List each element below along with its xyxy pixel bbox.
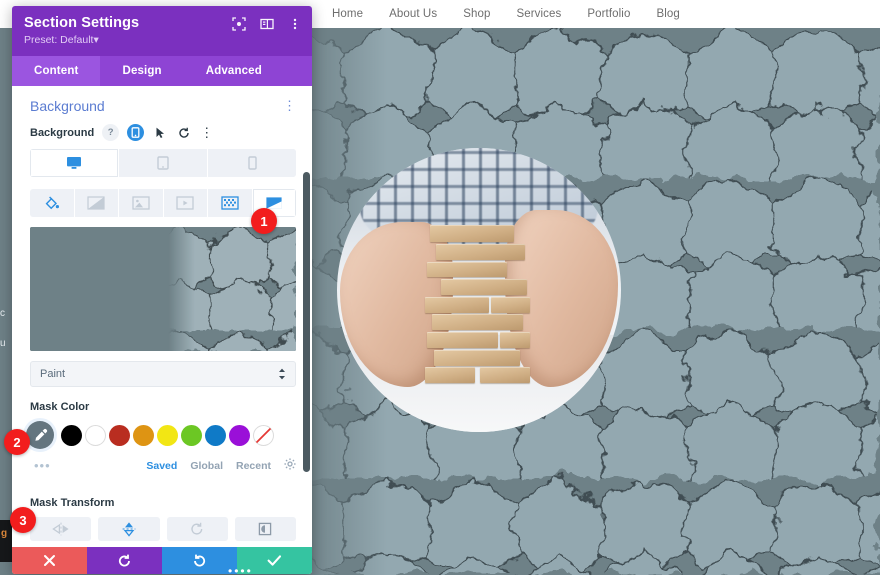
tab-advanced[interactable]: Advanced — [184, 56, 284, 86]
section-more-icon[interactable]: ⋮ — [283, 99, 296, 112]
paint-select-value: Paint — [40, 368, 66, 380]
tab-content[interactable]: Content — [12, 56, 101, 86]
background-field-more-icon[interactable]: ⋮ — [200, 126, 213, 139]
callout-badge-2: 2 — [4, 429, 30, 455]
mask-transform-buttons[interactable] — [30, 517, 296, 541]
panel-layout-icon[interactable] — [260, 17, 274, 31]
section-settings-panel[interactable]: Section Settings Preset: Default▾ Conten… — [12, 6, 312, 574]
flip-vertical-icon[interactable] — [98, 517, 160, 541]
panel-footer-actions[interactable] — [12, 547, 312, 574]
bg-type-gradient[interactable] — [74, 189, 119, 217]
background-section-header: Background ⋮ — [12, 86, 312, 122]
mask-color-label: Mask Color — [30, 401, 90, 413]
color-tab-recent[interactable]: Recent — [236, 460, 271, 472]
device-selector[interactable] — [30, 149, 296, 177]
mask-preview — [30, 227, 296, 351]
bg-type-image[interactable] — [119, 189, 164, 217]
hero-circle-photo — [337, 148, 621, 432]
redo-button[interactable] — [162, 547, 237, 574]
color-tab-saved[interactable]: Saved — [146, 460, 177, 472]
panel-header: Section Settings Preset: Default▾ — [12, 6, 312, 56]
page-left-sliver: c u g — [0, 28, 12, 575]
color-tab-global[interactable]: Global — [190, 460, 223, 472]
panel-preset[interactable]: Preset: Default▾ — [24, 34, 300, 46]
preset-label: Preset: Default — [24, 34, 94, 46]
color-source-tabs[interactable]: Saved Global Recent — [146, 457, 296, 475]
more-vertical-icon[interactable] — [288, 17, 302, 31]
swatch-purple[interactable] — [229, 424, 250, 446]
hover-pointer-icon[interactable] — [152, 125, 168, 141]
swatch-dark-red[interactable] — [109, 424, 130, 446]
swatch-white[interactable] — [85, 424, 106, 446]
panel-body: Background ⋮ Background ? ⋮ Paint Mask C… — [12, 86, 312, 547]
swatch-green[interactable] — [181, 424, 202, 446]
section-title: Background — [30, 98, 105, 114]
mask-transform-label: Mask Transform — [30, 497, 115, 509]
nav-item-about-us[interactable]: About Us — [389, 8, 437, 20]
bg-type-pattern[interactable] — [208, 189, 253, 217]
swatch-yellow[interactable] — [157, 424, 178, 446]
panel-drag-handle[interactable]: •••• — [228, 565, 253, 575]
device-tablet[interactable] — [119, 149, 208, 177]
rotate-icon[interactable] — [166, 517, 228, 541]
nav-item-home[interactable]: Home — [332, 8, 363, 20]
flip-horizontal-icon[interactable] — [30, 517, 92, 541]
nav-item-portfolio[interactable]: Portfolio — [587, 8, 630, 20]
eyedropper-icon[interactable] — [26, 421, 54, 449]
bg-type-color-fill[interactable] — [30, 189, 75, 217]
help-icon[interactable]: ? — [102, 124, 120, 141]
nav-item-shop[interactable]: Shop — [463, 8, 490, 20]
swatch-blue[interactable] — [205, 424, 226, 446]
sliver-text-2: u — [0, 338, 6, 349]
swatch-black[interactable] — [61, 424, 82, 446]
invert-icon[interactable] — [234, 517, 296, 541]
select-spinner-icon[interactable] — [278, 368, 286, 381]
paint-select[interactable]: Paint — [30, 361, 296, 387]
bg-type-video[interactable] — [163, 189, 208, 217]
background-field-row: Background ? ⋮ — [12, 122, 312, 149]
reset-icon[interactable] — [176, 125, 192, 141]
panel-tabs[interactable]: Content Design Advanced — [12, 56, 312, 86]
sliver-text-1: c — [0, 308, 5, 319]
focus-target-icon[interactable] — [232, 17, 246, 31]
panel-header-icons[interactable] — [232, 17, 302, 31]
more-colors-icon[interactable]: ••• — [34, 459, 51, 472]
tab-design[interactable]: Design — [100, 56, 183, 86]
preset-caret-icon[interactable]: ▾ — [93, 34, 98, 46]
callout-badge-1: 1 — [251, 208, 277, 234]
cancel-button[interactable] — [12, 547, 87, 574]
callout-badge-3: 3 — [10, 507, 36, 533]
sliver-text-3: g — [1, 528, 8, 539]
responsive-icon[interactable] — [127, 124, 145, 141]
undo-button[interactable] — [87, 547, 162, 574]
device-phone[interactable] — [208, 149, 296, 177]
gear-icon[interactable] — [284, 457, 296, 475]
wooden-block-tower — [425, 224, 539, 401]
mask-color-swatches[interactable] — [26, 421, 296, 449]
background-field-label: Background — [30, 126, 95, 139]
swatch-orange[interactable] — [133, 424, 154, 446]
swatch-footer: ••• Saved Global Recent — [34, 457, 296, 475]
sliver-dark-bar — [0, 520, 12, 562]
panel-scrollbar[interactable] — [303, 172, 310, 472]
nav-item-blog[interactable]: Blog — [656, 8, 679, 20]
nav-item-services[interactable]: Services — [516, 8, 561, 20]
device-desktop[interactable] — [30, 149, 119, 177]
swatch-transparent[interactable] — [253, 424, 274, 446]
